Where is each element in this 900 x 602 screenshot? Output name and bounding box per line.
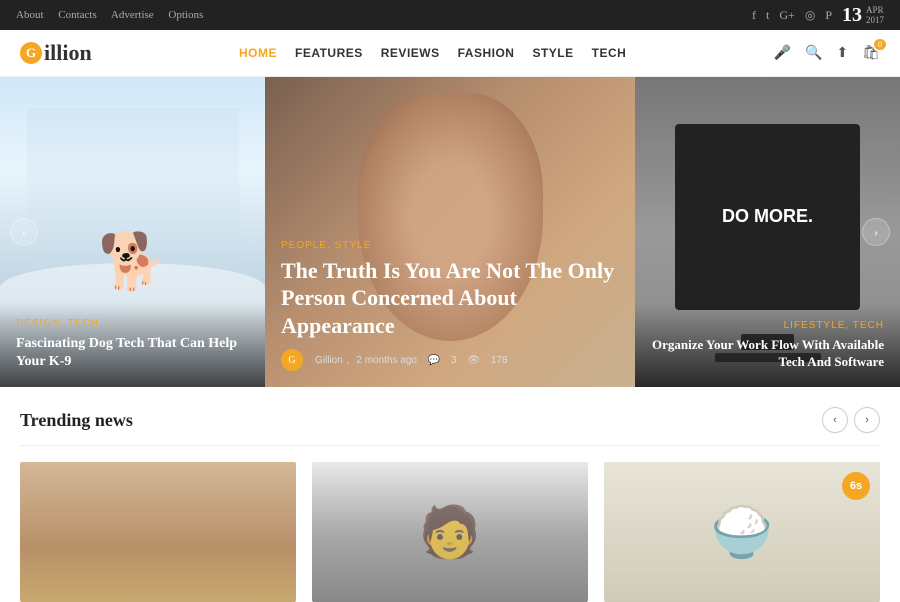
trending-header: Trending news ‹ › (20, 407, 880, 446)
trending-title: Trending news (20, 410, 133, 431)
trending-nav: ‹ › (822, 407, 880, 433)
google-plus-icon[interactable]: G+ (779, 8, 794, 23)
hero-center-panel: PEOPLE, STYLE The Truth Is You Are Not T… (265, 77, 635, 387)
logo-text: illion (44, 40, 92, 66)
author-avatar: G (281, 349, 303, 371)
meta-author: Gillion, 2 months ago 💬 3 👁 178 (311, 355, 512, 366)
twitter-icon[interactable]: t (766, 8, 769, 23)
hero-next-button[interactable]: › (862, 218, 890, 246)
trending-cards: 🧑 🍚 6s (20, 462, 880, 602)
date-display: 13 APR 2017 (842, 5, 884, 25)
hero-prev-button[interactable]: ‹ (10, 218, 38, 246)
card-badge-3: 6s (842, 472, 870, 500)
logo[interactable]: G illion (20, 40, 92, 66)
hero-left-panel: 🐕 DESIGN, TECH Fascinating Dog Tech That… (0, 77, 265, 387)
topbar: About Contacts Advertise Options f t G+ … (0, 0, 900, 30)
main-nav: HOME FEATURES REVIEWS FASHION STYLE TECH (239, 46, 626, 60)
trending-card-2[interactable]: 🧑 (312, 462, 588, 602)
pinterest-icon[interactable]: P (825, 8, 832, 23)
topbar-right: f t G+ ◎ P 13 APR 2017 (752, 5, 884, 25)
nav-tech[interactable]: TECH (592, 46, 627, 60)
header-icons: 🎤 🔍 ⬆ 🛍 0 (774, 45, 880, 62)
hero-left-overlay: DESIGN, TECH Fascinating Dog Tech That C… (0, 302, 265, 387)
hero-right-title: Organize Your Work Flow With Available T… (651, 337, 884, 371)
instagram-icon[interactable]: ◎ (805, 8, 815, 23)
cart-count: 0 (874, 39, 886, 50)
hero-right-overlay: LIFESTYLE, TECH Organize Your Work Flow … (635, 304, 900, 387)
date-day: 13 (842, 5, 862, 25)
topbar-link-advertise[interactable]: Advertise (111, 9, 154, 21)
card-image-3: 🍚 (604, 462, 880, 602)
trending-next-button[interactable]: › (854, 407, 880, 433)
hero-center-category: PEOPLE, STYLE (281, 240, 619, 251)
topbar-link-contacts[interactable]: Contacts (58, 9, 97, 21)
topbar-links: About Contacts Advertise Options (16, 9, 215, 21)
hero-center-overlay: PEOPLE, STYLE The Truth Is You Are Not T… (265, 224, 635, 388)
hero-slider: 🐕 DESIGN, TECH Fascinating Dog Tech That… (0, 77, 900, 387)
nav-fashion[interactable]: FASHION (458, 46, 515, 60)
hero-right-panel: DO MORE. LIFESTYLE, TECH Organize Your W… (635, 77, 900, 387)
hero-center-meta: G Gillion, 2 months ago 💬 3 👁 178 (281, 349, 619, 371)
do-more-text: DO MORE. (722, 206, 813, 228)
facebook-icon[interactable]: f (752, 8, 756, 23)
search-icon[interactable]: 🔍 (805, 45, 822, 62)
nav-home[interactable]: HOME (239, 46, 277, 60)
topbar-link-options[interactable]: Options (168, 9, 203, 21)
hero-center-title: The Truth Is You Are Not The Only Person… (281, 257, 619, 340)
logo-icon: G (20, 42, 42, 64)
card-image-2: 🧑 (312, 462, 588, 602)
date-year: 2017 (866, 15, 884, 25)
nav-style[interactable]: STYLE (532, 46, 573, 60)
trending-prev-button[interactable]: ‹ (822, 407, 848, 433)
card-image-1 (20, 462, 296, 602)
hero-left-category: DESIGN, TECH (16, 318, 249, 329)
mic-icon[interactable]: 🎤 (774, 45, 791, 62)
nav-reviews[interactable]: REVIEWS (381, 46, 440, 60)
hero-left-title: Fascinating Dog Tech That Can Help Your … (16, 335, 249, 371)
nav-features[interactable]: FEATURES (295, 46, 363, 60)
trending-card-3[interactable]: 🍚 6s (604, 462, 880, 602)
header: G illion HOME FEATURES REVIEWS FASHION S… (0, 30, 900, 77)
topbar-link-about[interactable]: About (16, 9, 44, 21)
trending-card-1[interactable] (20, 462, 296, 602)
date-month: APR (866, 5, 884, 15)
share-icon[interactable]: ⬆ (836, 45, 848, 62)
hero-right-category: LIFESTYLE, TECH (651, 320, 884, 331)
cart-icon[interactable]: 🛍 0 (862, 45, 880, 62)
trending-section: Trending news ‹ › 🧑 🍚 6s (0, 387, 900, 602)
